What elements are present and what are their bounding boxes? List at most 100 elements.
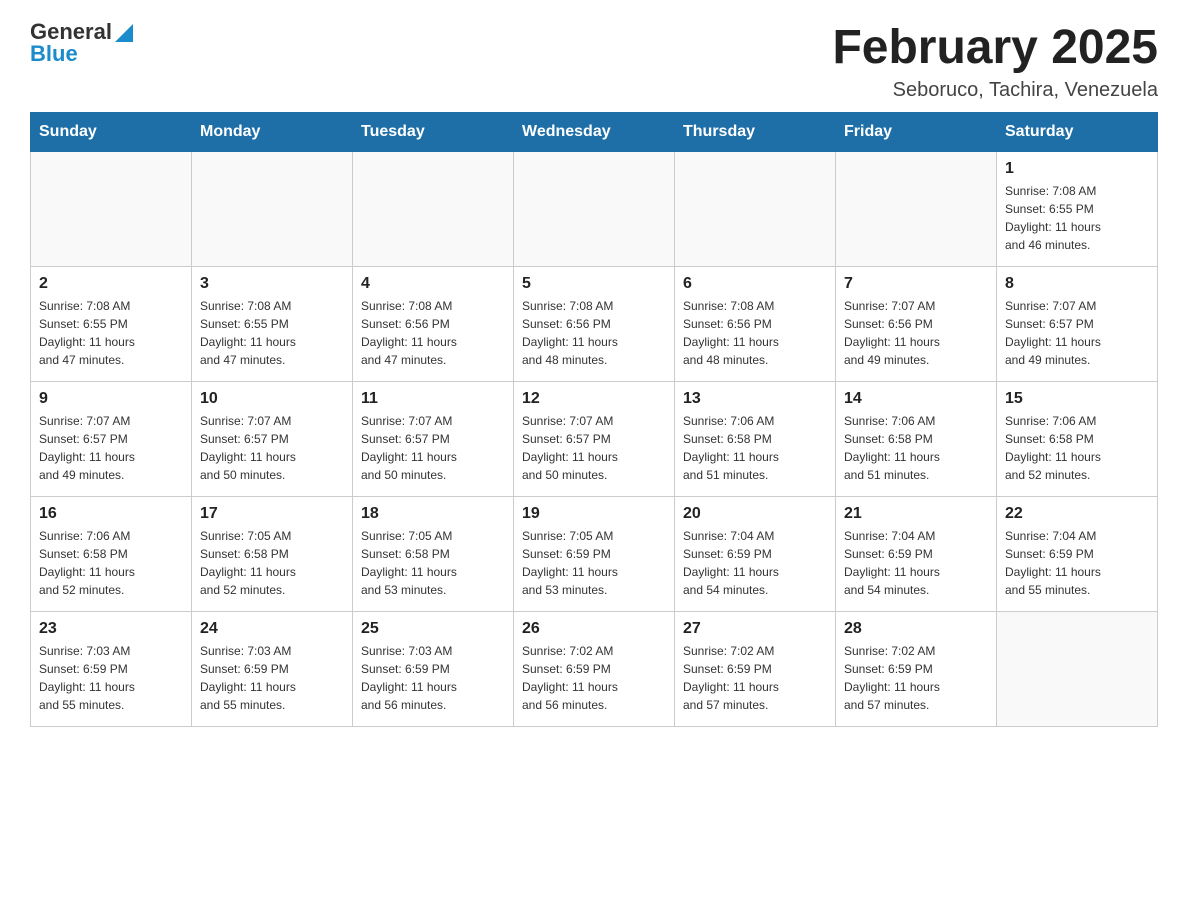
day-number: 3 — [200, 275, 344, 293]
day-info: Sunrise: 7:08 AM Sunset: 6:56 PM Dayligh… — [522, 297, 666, 369]
day-info: Sunrise: 7:05 AM Sunset: 6:58 PM Dayligh… — [200, 527, 344, 599]
day-number: 15 — [1005, 390, 1149, 408]
calendar-cell — [514, 152, 675, 267]
day-number: 18 — [361, 505, 505, 523]
day-info: Sunrise: 7:08 AM Sunset: 6:55 PM Dayligh… — [39, 297, 183, 369]
day-number: 16 — [39, 505, 183, 523]
calendar-cell: 24 Sunrise: 7:03 AM Sunset: 6:59 PM Dayli… — [192, 612, 353, 727]
week-row-1: 1 Sunrise: 7:08 AM Sunset: 6:55 PM Daylig… — [31, 152, 1158, 267]
calendar-cell — [997, 612, 1158, 727]
calendar-cell: 11Sunrise: 7:07 AM Sunset: 6:57 PM Dayli… — [353, 382, 514, 497]
day-header-wednesday: Wednesday — [514, 113, 675, 152]
day-number: 19 — [522, 505, 666, 523]
calendar-cell: 27 Sunrise: 7:02 AM Sunset: 6:59 PM Dayli… — [675, 612, 836, 727]
day-header-thursday: Thursday — [675, 113, 836, 152]
calendar-cell — [675, 152, 836, 267]
week-row-2: 2Sunrise: 7:08 AM Sunset: 6:55 PM Daylig… — [31, 267, 1158, 382]
calendar-cell: 8 Sunrise: 7:07 AM Sunset: 6:57 PM Daylig… — [997, 267, 1158, 382]
day-number: 21 — [844, 505, 988, 523]
day-info: Sunrise: 7:02 AM Sunset: 6:59 PM Dayligh… — [522, 642, 666, 714]
calendar-cell — [836, 152, 997, 267]
calendar-cell: 18 Sunrise: 7:05 AM Sunset: 6:58 PM Dayli… — [353, 497, 514, 612]
week-row-3: 9 Sunrise: 7:07 AM Sunset: 6:57 PM Daylig… — [31, 382, 1158, 497]
calendar-cell: 5 Sunrise: 7:08 AM Sunset: 6:56 PM Daylig… — [514, 267, 675, 382]
day-header-sunday: Sunday — [31, 113, 192, 152]
day-number: 5 — [522, 275, 666, 293]
day-info: Sunrise: 7:04 AM Sunset: 6:59 PM Dayligh… — [1005, 527, 1149, 599]
day-number: 9 — [39, 390, 183, 408]
day-info: Sunrise: 7:08 AM Sunset: 6:56 PM Dayligh… — [361, 297, 505, 369]
logo: General Blue — [30, 20, 133, 66]
title-area: February 2025 Seboruco, Tachira, Venezue… — [832, 20, 1158, 102]
calendar-cell: 26Sunrise: 7:02 AM Sunset: 6:59 PM Dayli… — [514, 612, 675, 727]
day-number: 6 — [683, 275, 827, 293]
day-info: Sunrise: 7:06 AM Sunset: 6:58 PM Dayligh… — [39, 527, 183, 599]
day-number: 7 — [844, 275, 988, 293]
calendar-cell: 6 Sunrise: 7:08 AM Sunset: 6:56 PM Daylig… — [675, 267, 836, 382]
calendar-cell: 13 Sunrise: 7:06 AM Sunset: 6:58 PM Dayli… — [675, 382, 836, 497]
day-number: 23 — [39, 620, 183, 638]
day-info: Sunrise: 7:07 AM Sunset: 6:57 PM Dayligh… — [1005, 297, 1149, 369]
calendar-cell — [31, 152, 192, 267]
day-info: Sunrise: 7:02 AM Sunset: 6:59 PM Dayligh… — [683, 642, 827, 714]
day-number: 28 — [844, 620, 988, 638]
calendar-cell — [192, 152, 353, 267]
calendar-cell: 12 Sunrise: 7:07 AM Sunset: 6:57 PM Dayli… — [514, 382, 675, 497]
calendar-cell: 1 Sunrise: 7:08 AM Sunset: 6:55 PM Daylig… — [997, 152, 1158, 267]
calendar-cell: 20 Sunrise: 7:04 AM Sunset: 6:59 PM Dayli… — [675, 497, 836, 612]
day-info: Sunrise: 7:05 AM Sunset: 6:58 PM Dayligh… — [361, 527, 505, 599]
calendar-cell: 10 Sunrise: 7:07 AM Sunset: 6:57 PM Dayli… — [192, 382, 353, 497]
page-header: General Blue February 2025 Seboruco, Tac… — [30, 20, 1158, 102]
day-info: Sunrise: 7:07 AM Sunset: 6:57 PM Dayligh… — [39, 412, 183, 484]
calendar-cell: 22 Sunrise: 7:04 AM Sunset: 6:59 PM Dayli… — [997, 497, 1158, 612]
day-info: Sunrise: 7:07 AM Sunset: 6:56 PM Dayligh… — [844, 297, 988, 369]
day-info: Sunrise: 7:08 AM Sunset: 6:55 PM Dayligh… — [1005, 182, 1149, 254]
day-header-tuesday: Tuesday — [353, 113, 514, 152]
day-number: 20 — [683, 505, 827, 523]
day-info: Sunrise: 7:06 AM Sunset: 6:58 PM Dayligh… — [683, 412, 827, 484]
day-number: 22 — [1005, 505, 1149, 523]
day-number: 8 — [1005, 275, 1149, 293]
day-number: 12 — [522, 390, 666, 408]
day-number: 4 — [361, 275, 505, 293]
day-info: Sunrise: 7:08 AM Sunset: 6:56 PM Dayligh… — [683, 297, 827, 369]
day-number: 13 — [683, 390, 827, 408]
day-header-monday: Monday — [192, 113, 353, 152]
day-info: Sunrise: 7:03 AM Sunset: 6:59 PM Dayligh… — [200, 642, 344, 714]
day-number: 10 — [200, 390, 344, 408]
day-info: Sunrise: 7:02 AM Sunset: 6:59 PM Dayligh… — [844, 642, 988, 714]
calendar-cell: 14 Sunrise: 7:06 AM Sunset: 6:58 PM Dayli… — [836, 382, 997, 497]
day-info: Sunrise: 7:04 AM Sunset: 6:59 PM Dayligh… — [683, 527, 827, 599]
day-headers-row: SundayMondayTuesdayWednesdayThursdayFrid… — [31, 113, 1158, 152]
day-info: Sunrise: 7:05 AM Sunset: 6:59 PM Dayligh… — [522, 527, 666, 599]
day-number: 14 — [844, 390, 988, 408]
calendar-header: SundayMondayTuesdayWednesdayThursdayFrid… — [31, 113, 1158, 152]
calendar-cell: 25 Sunrise: 7:03 AM Sunset: 6:59 PM Dayli… — [353, 612, 514, 727]
calendar-cell: 3 Sunrise: 7:08 AM Sunset: 6:55 PM Daylig… — [192, 267, 353, 382]
logo-blue-text: Blue — [30, 42, 133, 66]
day-info: Sunrise: 7:06 AM Sunset: 6:58 PM Dayligh… — [1005, 412, 1149, 484]
day-info: Sunrise: 7:07 AM Sunset: 6:57 PM Dayligh… — [200, 412, 344, 484]
calendar-cell: 16 Sunrise: 7:06 AM Sunset: 6:58 PM Dayli… — [31, 497, 192, 612]
calendar-cell: 2Sunrise: 7:08 AM Sunset: 6:55 PM Daylig… — [31, 267, 192, 382]
day-header-friday: Friday — [836, 113, 997, 152]
day-number: 24 — [200, 620, 344, 638]
day-info: Sunrise: 7:06 AM Sunset: 6:58 PM Dayligh… — [844, 412, 988, 484]
calendar-subtitle: Seboruco, Tachira, Venezuela — [832, 79, 1158, 102]
day-number: 25 — [361, 620, 505, 638]
calendar-cell: 4 Sunrise: 7:08 AM Sunset: 6:56 PM Daylig… — [353, 267, 514, 382]
calendar-cell: 17 Sunrise: 7:05 AM Sunset: 6:58 PM Dayli… — [192, 497, 353, 612]
day-info: Sunrise: 7:07 AM Sunset: 6:57 PM Dayligh… — [522, 412, 666, 484]
calendar-cell: 9 Sunrise: 7:07 AM Sunset: 6:57 PM Daylig… — [31, 382, 192, 497]
day-info: Sunrise: 7:07 AM Sunset: 6:57 PM Dayligh… — [361, 412, 505, 484]
day-number: 1 — [1005, 160, 1149, 178]
day-number: 17 — [200, 505, 344, 523]
logo-triangle-icon — [115, 24, 133, 42]
week-row-5: 23 Sunrise: 7:03 AM Sunset: 6:59 PM Dayli… — [31, 612, 1158, 727]
day-info: Sunrise: 7:03 AM Sunset: 6:59 PM Dayligh… — [361, 642, 505, 714]
day-info: Sunrise: 7:08 AM Sunset: 6:55 PM Dayligh… — [200, 297, 344, 369]
day-header-saturday: Saturday — [997, 113, 1158, 152]
day-number: 27 — [683, 620, 827, 638]
calendar-cell: 19 Sunrise: 7:05 AM Sunset: 6:59 PM Dayli… — [514, 497, 675, 612]
calendar-cell: 15 Sunrise: 7:06 AM Sunset: 6:58 PM Dayli… — [997, 382, 1158, 497]
